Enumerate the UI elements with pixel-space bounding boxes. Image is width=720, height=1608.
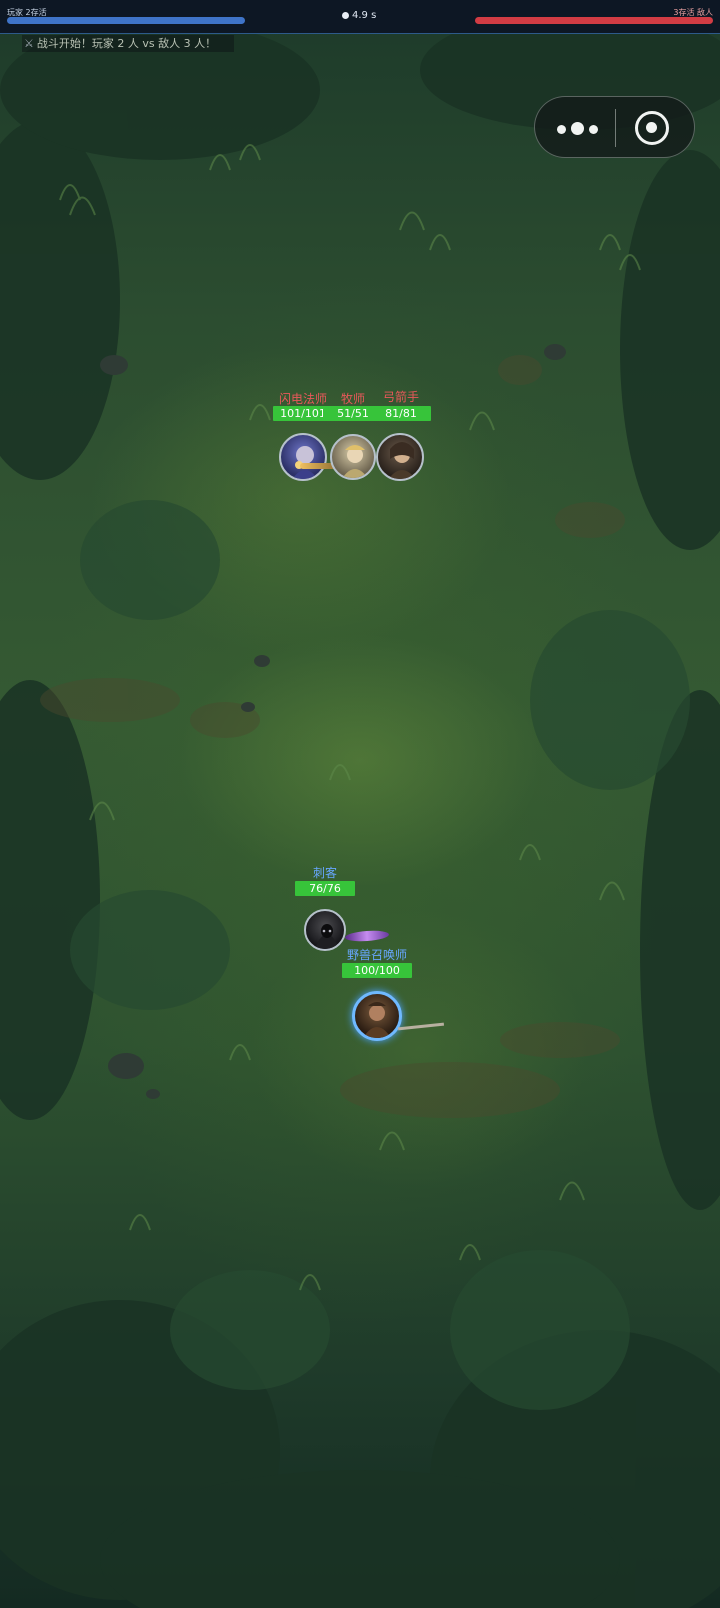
unit-hp-bar: 76/76 xyxy=(295,881,355,896)
ally-unit-beast-summoner[interactable]: 野兽召唤师 100/100 xyxy=(342,946,412,1046)
unit-name: 刺客 xyxy=(312,866,337,880)
enemy-unit-archer[interactable]: 弓箭手 81/81 xyxy=(371,388,431,485)
battle-timer: 4.9 s xyxy=(342,10,376,21)
ally-unit-assassin[interactable]: 刺客 76/76 xyxy=(295,864,355,954)
lightning-mage-portrait xyxy=(279,433,327,481)
priest-portrait xyxy=(330,434,376,480)
unit-hp-bar: 81/81 xyxy=(371,406,431,421)
timer-value: 4.9 s xyxy=(352,10,377,21)
stopwatch-icon xyxy=(342,12,349,19)
archer-portrait xyxy=(376,433,424,481)
assassin-portrait xyxy=(304,909,346,951)
capsule-divider xyxy=(615,109,616,147)
forest-background xyxy=(0,0,720,1608)
unit-name: 野兽召唤师 xyxy=(346,948,407,962)
beast-summoner-portrait xyxy=(352,991,402,1041)
target-close-icon[interactable] xyxy=(635,111,669,145)
mini-program-capsule xyxy=(534,96,695,158)
enemy-team-hp-bar xyxy=(475,17,713,24)
unit-hp-bar: 100/100 xyxy=(342,963,412,978)
battle-log: ⚔ 战斗开始！玩家 2 人 vs 敌人 3 人！ xyxy=(22,35,234,52)
player-team-hp-bar xyxy=(7,17,245,24)
battle-log-text: 战斗开始！玩家 2 人 vs 敌人 3 人！ xyxy=(36,37,217,50)
crossed-swords-icon: ⚔ xyxy=(24,37,34,50)
unit-name: 弓箭手 xyxy=(382,390,419,404)
battle-hud: 玩家 2存活 4.9 s 3存活 敌人 xyxy=(0,0,720,34)
more-dots-icon[interactable] xyxy=(557,110,617,146)
